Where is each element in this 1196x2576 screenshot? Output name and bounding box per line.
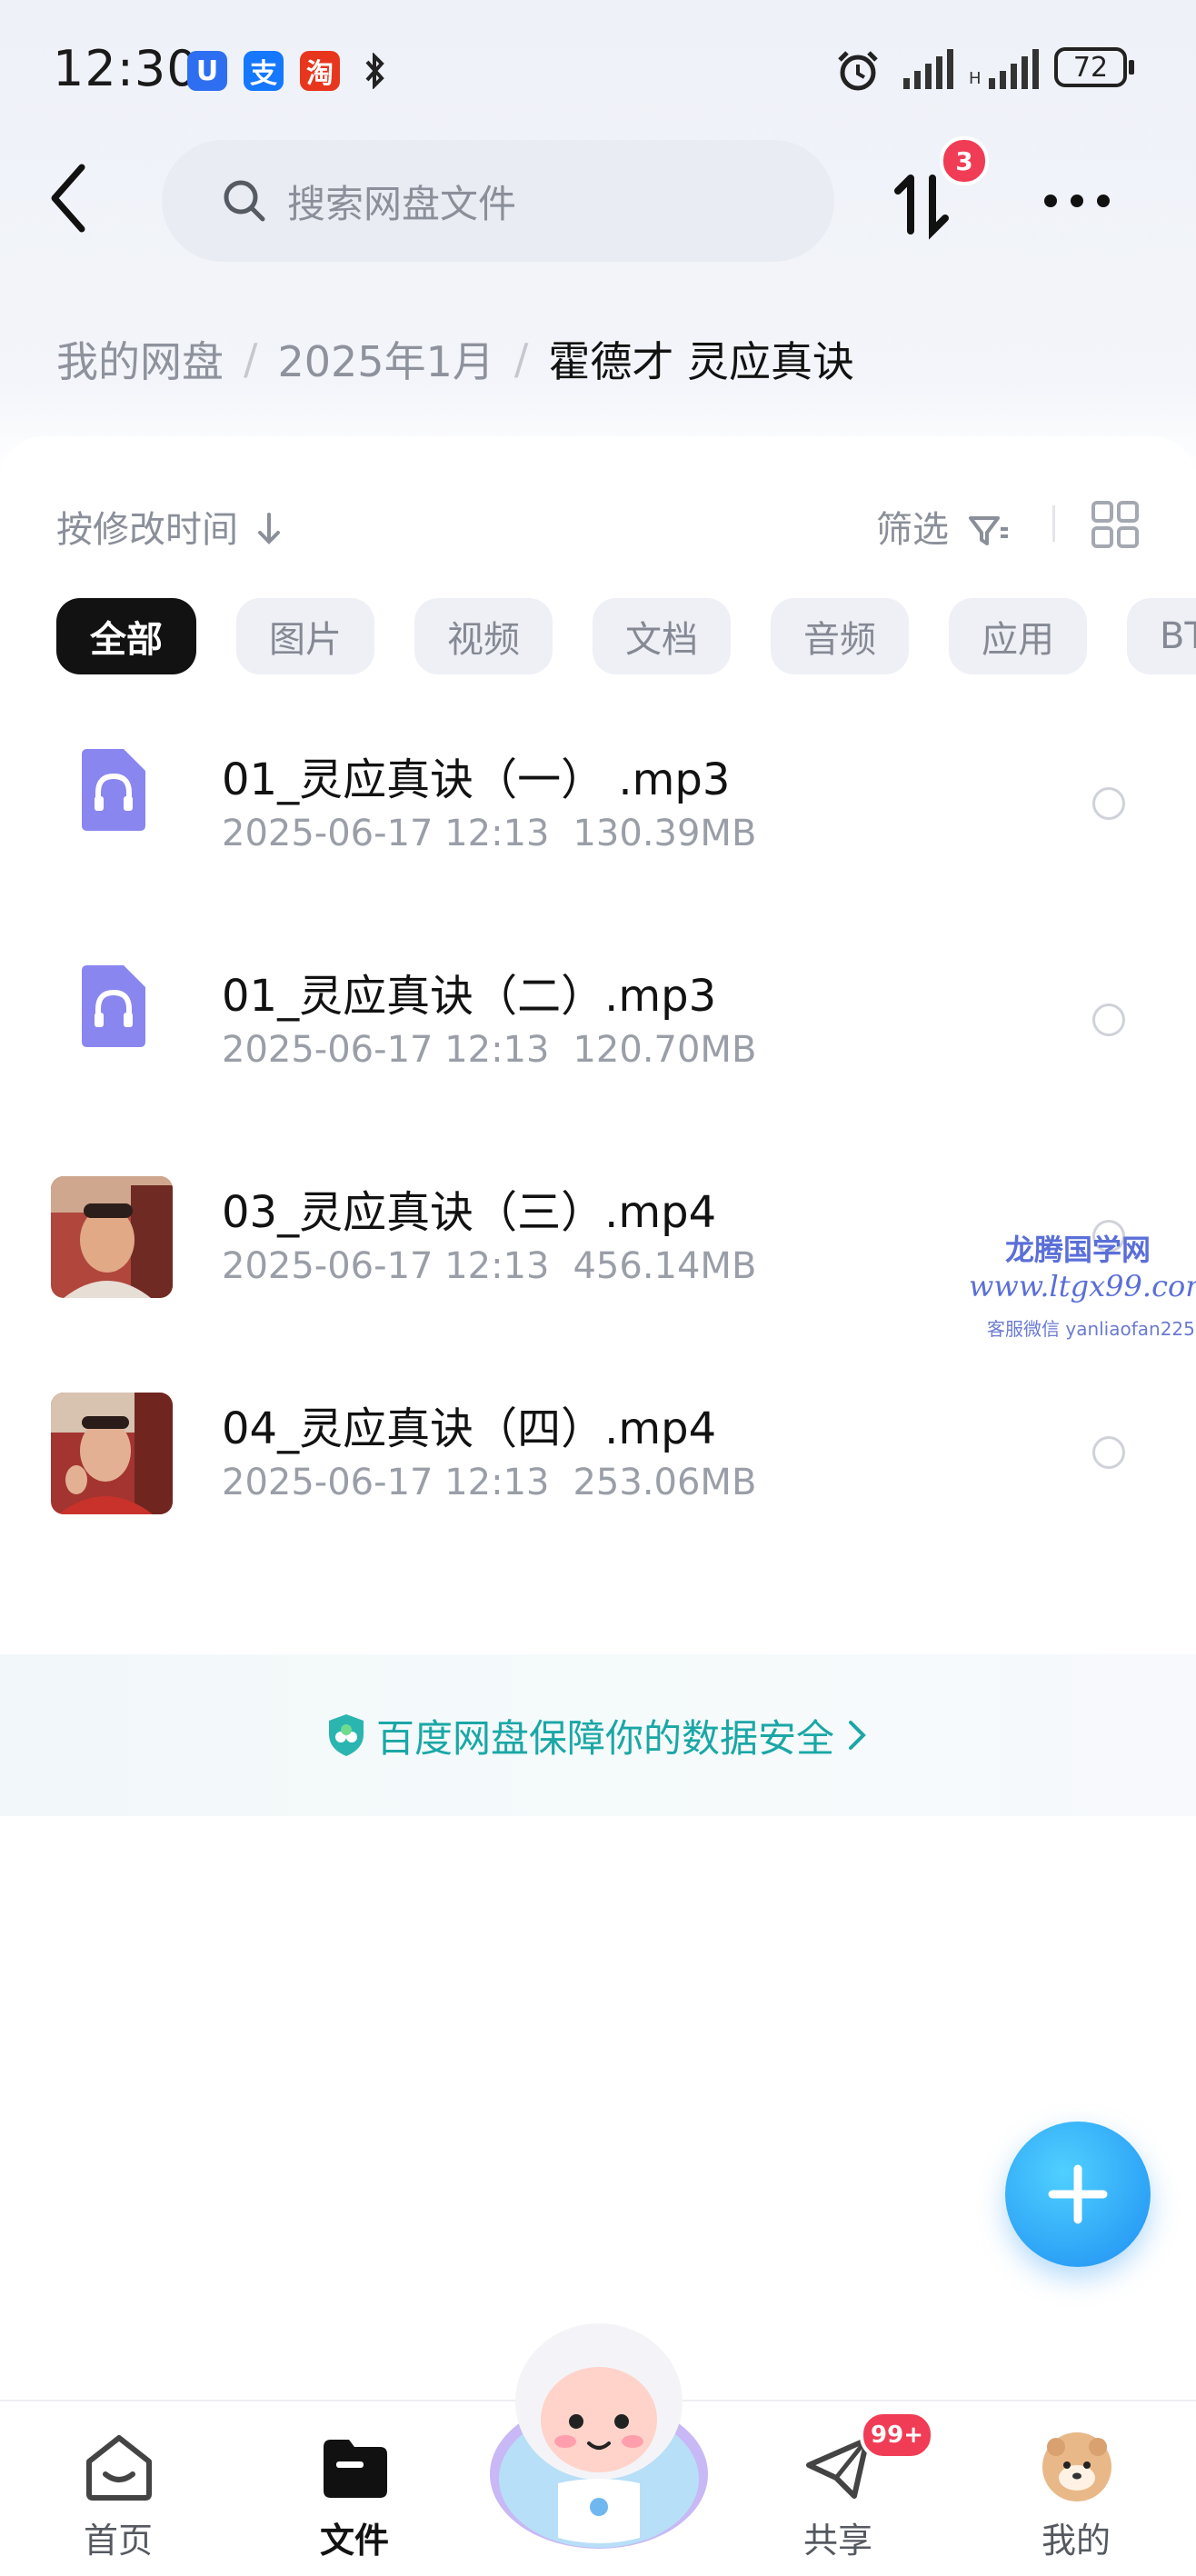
battery-indicator: 72	[1054, 47, 1134, 87]
app-notification-icon: U	[187, 51, 227, 91]
file-date: 2025-06-17	[222, 1462, 434, 1503]
file-size: 120.70MB	[573, 1029, 757, 1071]
audio-file-icon	[82, 749, 145, 831]
toolbar-divider	[1052, 505, 1055, 542]
category-filter-chips: 全部 图片 视频 文档 音频 应用 BT	[56, 598, 1196, 674]
search-placeholder: 搜索网盘文件	[287, 181, 517, 226]
chip-documents[interactable]: 文档	[593, 598, 731, 674]
file-meta: 2025-06-17 12:13 130.39MB	[222, 813, 756, 854]
chip-videos[interactable]: 视频	[414, 598, 553, 674]
file-name: 01_灵应真诀（一） .mp3	[222, 754, 731, 805]
chip-bt[interactable]: BT	[1127, 598, 1196, 674]
filter-label: 筛选	[876, 509, 949, 551]
chip-apps[interactable]: 应用	[949, 598, 1087, 674]
alarm-icon	[838, 51, 878, 91]
file-name: 03_灵应真诀（三）.mp4	[222, 1187, 717, 1238]
mascot-icon	[490, 2323, 708, 2549]
watermark-title: 龙腾国学网	[1005, 1233, 1151, 1267]
breadcrumb-separator: /	[513, 334, 529, 384]
grid-view-button[interactable]	[1091, 500, 1140, 549]
file-name: 01_灵应真诀（二）.mp3	[222, 971, 717, 1022]
tab-label: 我的	[1041, 2521, 1111, 2561]
file-date: 2025-06-17	[222, 1245, 434, 1287]
breadcrumb-item-folder[interactable]: 2025年1月	[278, 329, 494, 389]
chip-all[interactable]: 全部	[56, 598, 196, 674]
tab-label: 共享	[802, 2521, 872, 2561]
assistant-mascot-button[interactable]	[480, 2292, 718, 2565]
file-size: 456.14MB	[573, 1245, 757, 1287]
transfer-badge: 3	[940, 136, 989, 185]
folder-icon	[324, 2440, 387, 2498]
chip-images[interactable]: 图片	[236, 598, 374, 674]
filter-icon	[968, 516, 1008, 545]
share-badge: 99+	[860, 2411, 934, 2460]
arrow-down-icon	[257, 513, 280, 544]
chevron-right-icon	[849, 1721, 866, 1750]
file-size: 130.39MB	[573, 813, 757, 854]
file-name: 04_灵应真诀（四）.mp4	[222, 1403, 717, 1454]
signal-2-icon: H	[969, 49, 1039, 89]
taobao-icon: 淘	[300, 51, 340, 91]
search-input[interactable]: 搜索网盘文件	[162, 140, 834, 262]
security-banner[interactable]: 百度网盘保障你的数据安全	[0, 1654, 1196, 1816]
file-time: 12:13	[444, 1029, 550, 1071]
tab-home[interactable]: 首页	[27, 2423, 209, 2569]
file-date: 2025-06-17	[222, 1029, 434, 1071]
search-icon	[224, 180, 265, 222]
more-button[interactable]	[1036, 178, 1118, 224]
select-radio[interactable]	[1092, 787, 1125, 820]
plus-icon	[1048, 2164, 1108, 2224]
shield-icon	[328, 1714, 364, 1756]
video-thumbnail	[51, 1393, 173, 1514]
alipay-icon: 支	[244, 51, 284, 91]
select-radio[interactable]	[1092, 1003, 1125, 1036]
add-button[interactable]	[1005, 2122, 1151, 2267]
sort-label: 按修改时间	[56, 509, 238, 551]
file-time: 12:13	[444, 1462, 550, 1503]
tab-mine[interactable]: 我的	[985, 2423, 1167, 2569]
file-time: 12:13	[444, 813, 550, 854]
home-icon	[86, 2435, 152, 2501]
tab-label: 首页	[83, 2521, 153, 2561]
breadcrumb: 我的网盘 / 2025年1月 / 霍德才 灵应真诀	[56, 329, 854, 389]
filter-button[interactable]: 筛选	[876, 500, 1010, 553]
breadcrumb-separator: /	[244, 334, 258, 384]
file-meta: 2025-06-17 12:13 120.70MB	[222, 1029, 756, 1071]
back-button[interactable]	[42, 162, 96, 235]
file-meta: 2025-06-17 12:13 456.14MB	[222, 1245, 756, 1287]
chip-audio[interactable]: 音频	[771, 598, 909, 674]
svg-text:H: H	[969, 69, 982, 88]
avatar	[1042, 2432, 1111, 2501]
signal-icon	[903, 49, 953, 89]
tab-files[interactable]: 文件	[264, 2423, 445, 2569]
video-thumbnail	[51, 1176, 173, 1298]
file-row[interactable]: 01_灵应真诀（二）.mp3 2025-06-17 12:13 120.70MB	[0, 913, 1196, 1127]
file-date: 2025-06-17	[222, 813, 434, 854]
file-row[interactable]: 04_灵应真诀（四）.mp4 2025-06-17 12:13 253.06MB	[0, 1345, 1196, 1560]
file-row[interactable]: 01_灵应真诀（一） .mp3 2025-06-17 12:13 130.39MB	[0, 696, 1196, 911]
file-time: 12:13	[444, 1245, 550, 1287]
bluetooth-icon	[365, 53, 384, 89]
sort-button[interactable]: 按修改时间	[56, 500, 283, 553]
tab-label: 文件	[319, 2521, 389, 2561]
watermark-url: www.ltgx99.com	[969, 1269, 1196, 1303]
security-text: 百度网盘保障你的数据安全	[375, 1715, 834, 1761]
file-size: 253.06MB	[573, 1462, 757, 1503]
tab-bar: 首页 文件 共享 99+ 我的	[0, 2323, 1196, 2576]
file-meta: 2025-06-17 12:13 253.06MB	[222, 1462, 756, 1503]
audio-file-icon	[82, 965, 145, 1047]
breadcrumb-current: 霍德才 灵应真诀	[548, 337, 854, 386]
breadcrumb-item-root[interactable]: 我的网盘	[56, 329, 224, 389]
status-time: 12:30	[53, 40, 199, 97]
watermark-contact: 客服微信 yanliaofan225	[987, 1318, 1195, 1340]
select-radio[interactable]	[1092, 1436, 1125, 1469]
